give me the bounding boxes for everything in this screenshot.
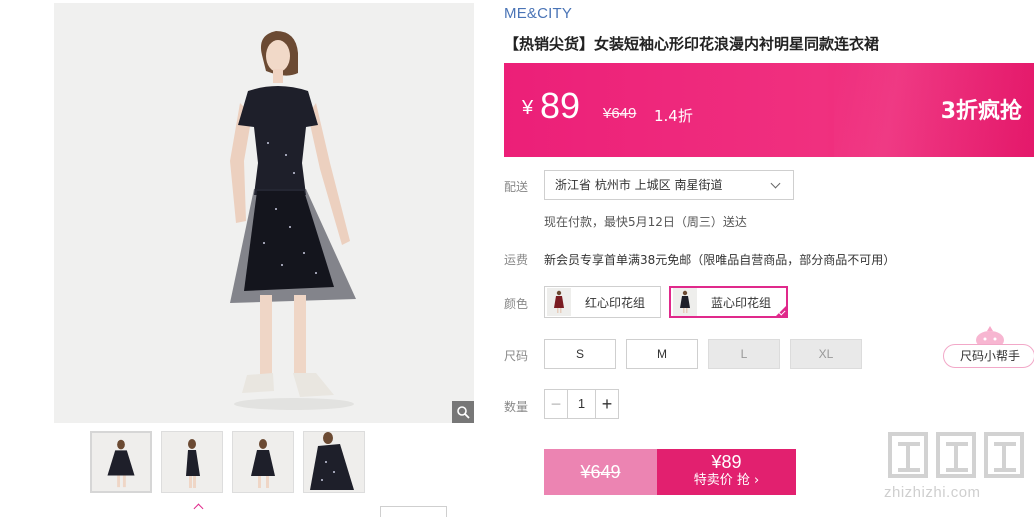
size-option-xl: XL <box>790 339 862 369</box>
color-label: 颜色 <box>504 297 529 311</box>
main-product-image[interactable] <box>54 3 474 423</box>
promo-label: 3折疯抢 <box>940 99 1022 124</box>
color-option-red[interactable]: 红心印花组 <box>544 286 661 318</box>
quantity-label: 数量 <box>504 400 529 414</box>
thumbnail-image <box>310 432 354 490</box>
thumbnail-1[interactable] <box>90 431 152 493</box>
color-option-blue[interactable]: 蓝心印花组 <box>669 286 788 318</box>
address-value: 浙江省 杭州市 上城区 南星街道 <box>555 178 723 192</box>
buy-now-button[interactable]: ¥89 特卖价 抢 › <box>657 449 796 495</box>
color-option-label: 红心印花组 <box>585 295 646 310</box>
chevron-up-icon[interactable] <box>193 503 204 514</box>
discount-rate: 1.4折 <box>654 107 693 125</box>
quantity-decrease-button[interactable]: − <box>545 390 568 418</box>
thumbnail-image <box>251 439 275 488</box>
currency-symbol: ¥ <box>522 97 534 119</box>
thumbnail-2[interactable] <box>161 431 223 493</box>
thumbnail-image <box>186 439 200 488</box>
product-title: 【热销尖货】女装短袖心形印花浪漫内衬明星同款连衣裙 <box>504 35 880 53</box>
color-swatch <box>673 288 697 316</box>
quantity-stepper: − 1 + <box>544 389 619 419</box>
shipping-label: 运费 <box>504 253 529 267</box>
thumbnail-image <box>107 439 135 488</box>
red-dress-thumb-icon <box>554 290 564 313</box>
size-option-s[interactable]: S <box>544 339 616 369</box>
color-swatch <box>547 288 571 316</box>
shipping-text: 新会员专享首单满38元免邮（限唯品自营商品，部分商品不可用） <box>544 253 896 267</box>
zoom-button[interactable] <box>452 401 474 423</box>
watermark-logo-icon <box>888 432 1024 478</box>
color-option-label: 蓝心印花组 <box>711 295 772 310</box>
address-select[interactable]: 浙江省 杭州市 上城区 南星街道 <box>544 170 794 200</box>
brand-link[interactable]: ME&CITY <box>504 5 572 22</box>
buy-sale-price: ¥89 <box>711 452 742 472</box>
blue-dress-thumb-icon <box>680 290 690 313</box>
thumbnail-4[interactable] <box>303 431 365 493</box>
size-helper-button[interactable]: 尺码小帮手 <box>943 344 1034 368</box>
delivery-label: 配送 <box>504 180 529 194</box>
delivery-eta: 现在付款，最快5月12日（周三）送达 <box>544 215 747 229</box>
quantity-increase-button[interactable]: + <box>595 390 618 418</box>
buy-sale-label: 特卖价 抢 › <box>693 473 760 488</box>
sale-price: 89 <box>540 85 581 126</box>
price-banner: ¥ 89 ¥649 1.4折 3折疯抢 <box>504 63 1034 157</box>
size-option-m[interactable]: M <box>626 339 698 369</box>
partial-button[interactable] <box>380 506 447 517</box>
model-photo <box>54 3 474 423</box>
chevron-down-icon <box>770 178 781 189</box>
original-price: ¥649 <box>603 105 637 122</box>
thumbnail-3[interactable] <box>232 431 294 493</box>
watermark-text: zhizhizhi.com <box>884 484 981 501</box>
quantity-input[interactable]: 1 <box>568 390 595 418</box>
size-option-l: L <box>708 339 780 369</box>
original-price-button[interactable]: ¥649 <box>544 449 657 495</box>
magnifier-icon <box>457 406 470 419</box>
size-label: 尺码 <box>504 349 529 363</box>
